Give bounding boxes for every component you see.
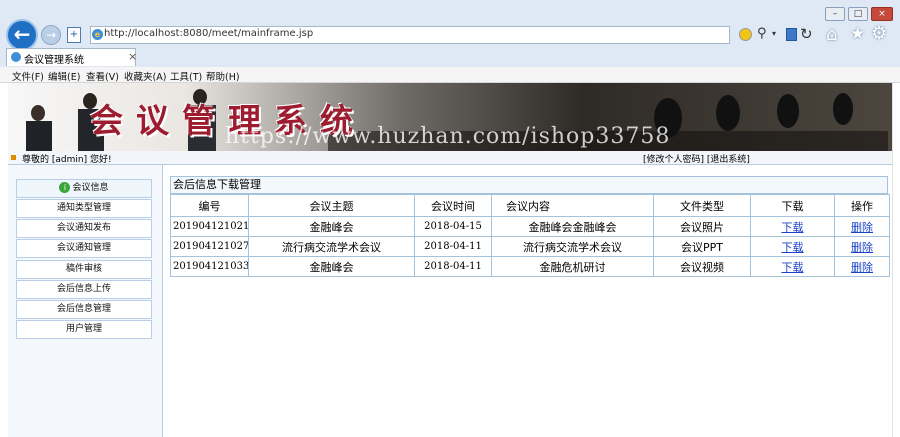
sidebar-item-notice-type[interactable]: 通知类型管理 bbox=[16, 199, 152, 218]
chair-3 bbox=[777, 94, 799, 128]
table-row: 20190412102722 流行病交流学术会议 2018-04-11 流行病交… bbox=[170, 236, 890, 257]
delete-link[interactable]: 删除 bbox=[851, 241, 873, 254]
delete-link[interactable]: 删除 bbox=[851, 221, 873, 234]
bullet-icon bbox=[11, 155, 16, 160]
address-url[interactable]: http://localhost:8080/meet/mainframe.jsp bbox=[104, 28, 313, 39]
sidebar-item-review[interactable]: 稿件审核 bbox=[16, 260, 152, 279]
person-1-body bbox=[26, 121, 52, 151]
sidebar-item-notice-manage[interactable]: 会议通知管理 bbox=[16, 239, 152, 258]
table-header-row: 编号 会议主题 会议时间 会议内容 文件类型 下载 操作 bbox=[170, 194, 890, 217]
page-icon[interactable] bbox=[786, 28, 797, 41]
menu-view[interactable]: 查看(V) bbox=[86, 69, 119, 83]
download-link[interactable]: 下载 bbox=[782, 261, 804, 274]
col-header-action: 操作 bbox=[834, 194, 890, 217]
delete-link[interactable]: 删除 bbox=[851, 261, 873, 274]
menu-tools[interactable]: 工具(T) bbox=[170, 69, 202, 83]
menu-file[interactable]: 文件(F) bbox=[12, 69, 44, 83]
chair-4 bbox=[833, 93, 853, 125]
menu-edit[interactable]: 编辑(E) bbox=[48, 69, 80, 83]
tab-title[interactable]: 会议管理系统 bbox=[24, 51, 84, 66]
sidebar-item-meeting-info[interactable]: i 会议信息 bbox=[16, 179, 152, 198]
back-icon[interactable]: ← bbox=[6, 19, 38, 51]
cell-content: 流行病交流学术会议 bbox=[491, 236, 654, 257]
forward-icon[interactable]: → bbox=[41, 25, 61, 45]
sidebar-item-users[interactable]: 用户管理 bbox=[16, 320, 152, 339]
cell-topic: 金融峰会 bbox=[248, 256, 415, 277]
sidebar-item-notice-publish[interactable]: 会议通知发布 bbox=[16, 219, 152, 238]
sidebar-item-upload[interactable]: 会后信息上传 bbox=[16, 280, 152, 299]
cell-type: 会议视频 bbox=[653, 256, 751, 277]
tab-close-icon[interactable]: × bbox=[128, 50, 137, 63]
cell-topic: 金融峰会 bbox=[248, 216, 415, 237]
maximize-icon[interactable]: □ bbox=[848, 7, 868, 21]
col-header-download: 下载 bbox=[750, 194, 835, 217]
col-header-type: 文件类型 bbox=[653, 194, 751, 217]
sidebar-item-post-manage[interactable]: 会后信息管理 bbox=[16, 300, 152, 319]
settings-icon[interactable]: ⚙ bbox=[871, 23, 887, 44]
tab-ie-icon bbox=[11, 52, 21, 62]
cell-topic: 流行病交流学术会议 bbox=[248, 236, 415, 257]
cell-type: 会议照片 bbox=[653, 216, 751, 237]
chevron-down-icon[interactable]: ▾ bbox=[772, 29, 776, 38]
close-window-icon[interactable]: × bbox=[871, 7, 893, 21]
menu-favorites[interactable]: 收藏夹(A) bbox=[124, 69, 166, 83]
ie-icon: e bbox=[92, 29, 103, 40]
download-link[interactable]: 下载 bbox=[782, 241, 804, 254]
welcome-text: 尊敬的 [admin] 您好! bbox=[22, 155, 112, 165]
minimize-icon[interactable]: – bbox=[825, 7, 845, 21]
col-header-id: 编号 bbox=[170, 194, 249, 217]
table-row: 20190412103309 金融峰会 2018-04-11 金融危机研讨 会议… bbox=[170, 256, 890, 277]
page-title: 会后信息下载管理 bbox=[170, 176, 888, 194]
cell-date: 2018-04-11 bbox=[414, 236, 492, 257]
cell-id: 20190412103309 bbox=[170, 256, 249, 277]
col-header-topic: 会议主题 bbox=[248, 194, 415, 217]
watermark-text: https://www.huzhan.com/ishop33758 bbox=[225, 124, 671, 149]
search-icon[interactable]: ⚲ bbox=[757, 26, 767, 41]
refresh-icon[interactable]: ↻ bbox=[800, 25, 813, 43]
chair-2 bbox=[716, 95, 740, 131]
cell-id: 20190412102722 bbox=[170, 236, 249, 257]
welcome-bar bbox=[8, 151, 892, 165]
cell-content: 金融峰会金融峰会 bbox=[491, 216, 654, 237]
cell-date: 2018-04-15 bbox=[414, 216, 492, 237]
download-link[interactable]: 下载 bbox=[782, 221, 804, 234]
cell-content: 金融危机研讨 bbox=[491, 256, 654, 277]
compat-icon[interactable]: + bbox=[67, 27, 81, 43]
sidebar-item-label: 会议信息 bbox=[72, 183, 109, 193]
account-links[interactable]: [修改个人密码] [退出系统] bbox=[643, 152, 750, 165]
data-table: 编号 会议主题 会议时间 会议内容 文件类型 下载 操作 20190412102… bbox=[170, 194, 890, 277]
col-header-content: 会议内容 bbox=[491, 194, 654, 217]
security-icon[interactable] bbox=[739, 28, 752, 41]
col-header-date: 会议时间 bbox=[414, 194, 492, 217]
table-row: 20190412102138 金融峰会 2018-04-15 金融峰会金融峰会 … bbox=[170, 216, 890, 237]
cell-type: 会议PPT bbox=[653, 236, 751, 257]
menu-help[interactable]: 帮助(H) bbox=[206, 69, 240, 83]
person-1 bbox=[31, 105, 45, 121]
cell-date: 2018-04-11 bbox=[414, 256, 492, 277]
info-icon: i bbox=[59, 182, 71, 193]
scrollbar[interactable] bbox=[892, 83, 900, 437]
cell-id: 20190412102138 bbox=[170, 216, 249, 237]
home-icon[interactable]: ⌂ bbox=[826, 24, 837, 45]
favorites-icon[interactable]: ★ bbox=[850, 24, 865, 44]
